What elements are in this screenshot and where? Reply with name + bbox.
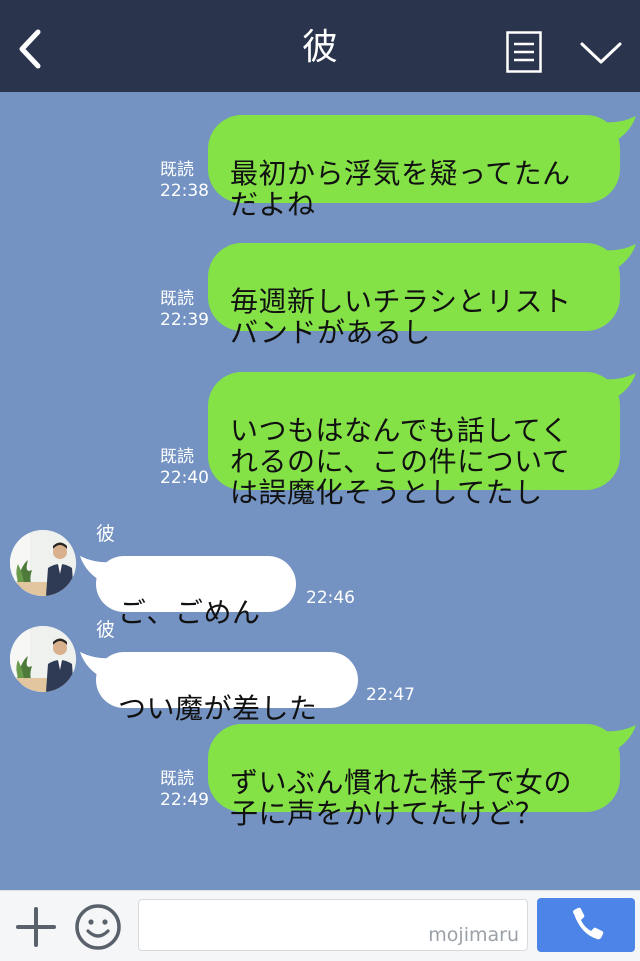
notes-icon[interactable] xyxy=(506,31,542,73)
plus-icon[interactable] xyxy=(14,905,58,949)
message-text: いつもはなんでも話してく れるのに、この件について は誤魔化そうとしてたし xyxy=(230,414,571,509)
sender-name: 彼 xyxy=(96,619,116,641)
message-bubble[interactable]: いつもはなんでも話してく れるのに、この件について は誤魔化そうとしてたし xyxy=(208,372,620,508)
bubble-tail xyxy=(80,556,116,584)
message-meta: 既読 22:38 xyxy=(160,160,209,202)
chat-area[interactable]: 既読 22:38 最初から浮気を疑ってたん だよね 既読 22:39 毎週新しい… xyxy=(0,92,640,890)
message-bubble[interactable]: つい魔が差した xyxy=(96,652,358,724)
message-text: ずいぶん慣れた様子で女の 子に声をかけてたけど？ xyxy=(230,766,573,830)
message-outgoing: 既読 22:49 ずいぶん慣れた様子で女の 子に声をかけてたけど？ xyxy=(0,712,640,832)
message-bubble[interactable]: 最初から浮気を疑ってたん だよね xyxy=(208,115,620,220)
message-text: 最初から浮気を疑ってたん だよね xyxy=(230,157,571,221)
read-receipt: 既読 xyxy=(160,447,194,467)
message-bubble[interactable]: ずいぶん慣れた様子で女の 子に声をかけてたけど？ xyxy=(208,724,620,829)
bubble-tail xyxy=(600,244,636,272)
chat-header: 彼 xyxy=(0,0,640,92)
bubble-tail xyxy=(600,373,636,401)
read-receipt: 既読 xyxy=(160,769,194,789)
message-time: 22:46 xyxy=(306,588,355,608)
message-time: 22:40 xyxy=(160,468,209,488)
message-time: 22:49 xyxy=(160,790,209,810)
message-outgoing: 既読 22:38 最初から浮気を疑ってたん だよね xyxy=(0,92,640,220)
message-bubble[interactable]: 毎週新しいチラシとリスト バンドがあるし xyxy=(208,243,620,348)
message-meta: 既読 22:39 xyxy=(160,289,209,331)
bubble-tail xyxy=(80,652,116,680)
message-meta: 既読 22:49 xyxy=(160,769,209,811)
message-outgoing: 既読 22:40 いつもはなんでも話してく れるのに、この件について は誤魔化そ… xyxy=(0,352,640,508)
read-receipt: 既読 xyxy=(160,289,194,309)
bubble-tail xyxy=(600,725,636,753)
phone-icon xyxy=(573,907,604,940)
sender-name: 彼 xyxy=(96,523,116,545)
avatar[interactable] xyxy=(10,530,76,596)
bubble-tail xyxy=(600,116,636,144)
chevron-down-icon[interactable] xyxy=(580,40,622,66)
message-bubble[interactable]: ご、ごめん xyxy=(96,556,296,628)
message-incoming: 彼 つい魔が差した 22:47 xyxy=(0,619,640,724)
message-time: 22:47 xyxy=(366,685,415,705)
message-outgoing: 既読 22:39 毎週新しいチラシとリスト バンドがあるし xyxy=(0,222,640,348)
chat-title: 彼 xyxy=(301,27,338,68)
message-time: 22:39 xyxy=(160,310,209,330)
message-meta: 既読 22:40 xyxy=(160,447,209,489)
avatar-photo xyxy=(10,530,76,596)
avatar[interactable] xyxy=(10,626,76,692)
message-text: 毎週新しいチラシとリスト バンドがあるし xyxy=(230,285,572,349)
emoji-icon[interactable] xyxy=(74,903,122,951)
watermark: mojimaru xyxy=(428,924,519,946)
message-input[interactable]: mojimaru xyxy=(138,899,528,951)
message-time: 22:38 xyxy=(160,181,209,201)
read-receipt: 既読 xyxy=(160,160,194,180)
avatar-photo xyxy=(10,626,76,692)
message-incoming: 彼 ご、ごめん 22:46 xyxy=(0,522,640,628)
composer-bar: mojimaru xyxy=(0,890,640,961)
call-button[interactable] xyxy=(537,898,635,952)
